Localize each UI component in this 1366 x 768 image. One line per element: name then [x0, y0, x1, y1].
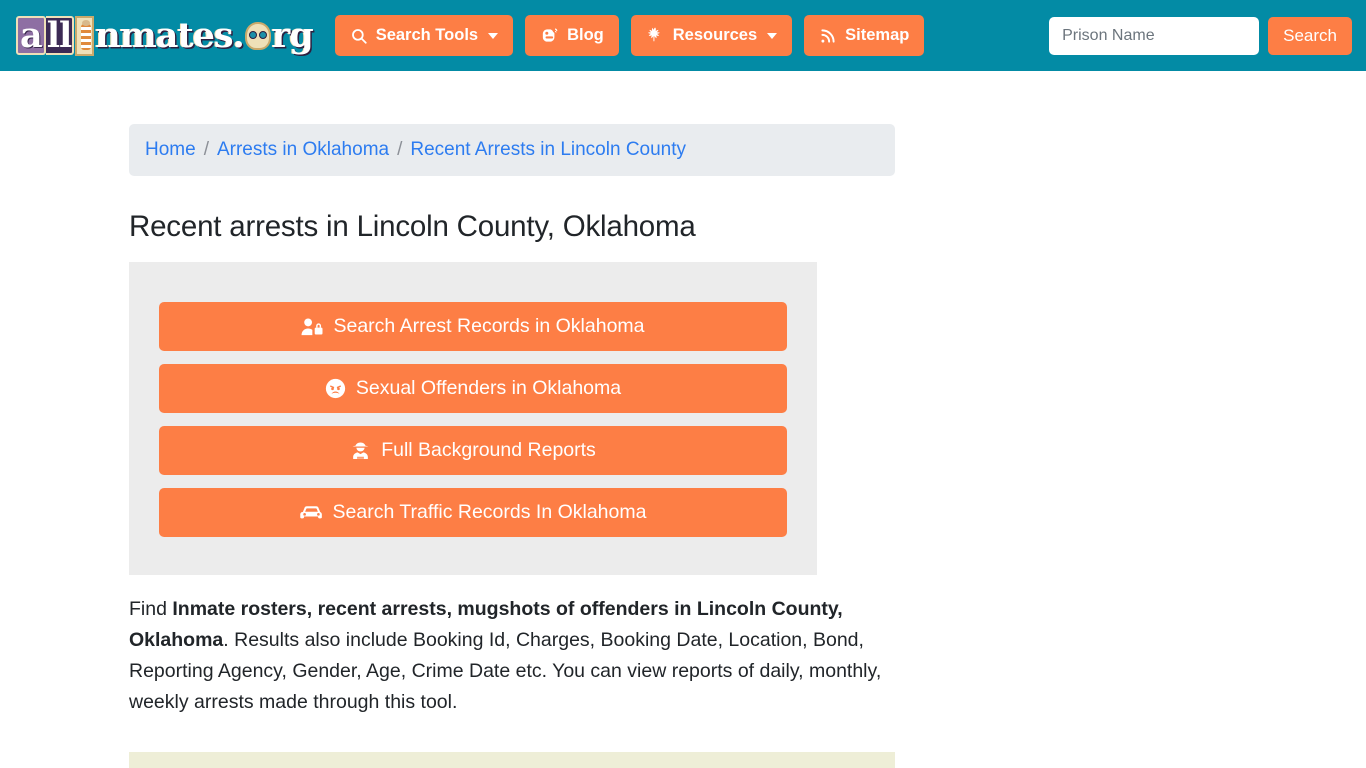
search-arrest-records-label: Search Arrest Records in Oklahoma: [333, 315, 645, 337]
search-submit-button[interactable]: Search: [1268, 16, 1352, 55]
description-rest: . Results also include Booking Id, Charg…: [129, 629, 882, 713]
nav-search-tools-button[interactable]: Search Tools: [334, 15, 514, 56]
logo-word-org: rg: [271, 15, 314, 56]
nav-sitemap-button[interactable]: Sitemap: [804, 15, 925, 56]
chevron-down-icon: [488, 32, 499, 39]
nav-resources-button[interactable]: Resources: [630, 15, 793, 56]
sexual-offenders-label: Sexual Offenders in Oklahoma: [355, 377, 622, 399]
content-container: Home / Arrests in Oklahoma / Recent Arre…: [129, 124, 895, 768]
breadcrumb-separator: /: [203, 139, 209, 160]
logo-inmate-figure-icon: [75, 15, 95, 56]
user-secret-icon: [350, 440, 371, 461]
logo-wordmark: a ll nmates. rg: [16, 15, 314, 56]
user-lock-icon: [301, 317, 323, 337]
search-records-section: Search Arrest Records of Lincoln County,…: [129, 752, 895, 768]
rss-icon: [819, 27, 837, 45]
logo-letter-a: a: [16, 16, 46, 55]
description-lead: Find: [129, 598, 173, 620]
page-body: Home / Arrests in Oklahoma / Recent Arre…: [0, 71, 1366, 768]
site-logo[interactable]: a ll nmates. rg: [16, 14, 314, 58]
nav-sitemap-label: Sitemap: [845, 26, 910, 44]
blogger-icon: [540, 26, 559, 45]
nav-search-tools-label: Search Tools: [375, 26, 479, 44]
nav-resources-label: Resources: [672, 26, 758, 44]
page-description: Find Inmate rosters, recent arrests, mug…: [129, 594, 899, 718]
search-input[interactable]: [1049, 16, 1260, 55]
chevron-down-icon: [767, 32, 778, 39]
search-arrest-records-button[interactable]: Search Arrest Records in Oklahoma: [159, 302, 787, 351]
page-title: Recent arrests in Lincoln County, Oklaho…: [129, 210, 696, 243]
breadcrumb-item-home[interactable]: Home: [145, 139, 196, 161]
angry-face-icon: [325, 378, 346, 399]
full-background-reports-button[interactable]: Full Background Reports: [159, 426, 787, 475]
maple-leaf-icon: [646, 26, 665, 45]
site-header: a ll nmates. rg Search Tools Blog Resour…: [0, 0, 1366, 71]
header-search-form: Search: [1049, 16, 1352, 55]
primary-nav: Search Tools Blog Resources Sitemap: [334, 15, 925, 56]
nav-blog-label: Blog: [567, 26, 604, 44]
search-traffic-records-label: Search Traffic Records In Oklahoma: [332, 501, 647, 523]
search-icon: [350, 27, 368, 45]
nav-blog-button[interactable]: Blog: [525, 15, 619, 56]
logo-word-inmates: nmates.: [95, 15, 244, 56]
full-background-reports-label: Full Background Reports: [381, 439, 596, 461]
breadcrumb-separator: /: [397, 139, 403, 160]
sexual-offenders-button[interactable]: Sexual Offenders in Oklahoma: [159, 364, 787, 413]
quick-links-panel: Search Arrest Records in Oklahoma Sexual…: [129, 262, 817, 575]
search-traffic-records-button[interactable]: Search Traffic Records In Oklahoma: [159, 488, 787, 537]
logo-letters-ll: ll: [45, 16, 75, 55]
breadcrumb: Home / Arrests in Oklahoma / Recent Arre…: [129, 124, 895, 176]
breadcrumb-item-recent-arrests-lincoln-county[interactable]: Recent Arrests in Lincoln County: [410, 139, 686, 161]
logo-skull-icon: [244, 21, 271, 50]
breadcrumb-item-arrests-in-oklahoma[interactable]: Arrests in Oklahoma: [217, 139, 389, 161]
car-icon: [299, 503, 323, 522]
